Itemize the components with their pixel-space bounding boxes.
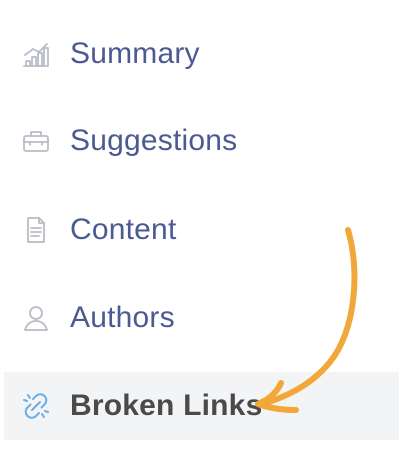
- bar-chart-icon: [18, 36, 54, 72]
- sidebar-item-content[interactable]: Content: [0, 196, 401, 264]
- toolbox-icon: [18, 123, 54, 159]
- sidebar-item-summary[interactable]: Summary: [0, 20, 401, 88]
- sidebar-item-authors[interactable]: Authors: [0, 284, 401, 352]
- sidebar-item-label: Suggestions: [70, 124, 238, 157]
- sidebar-item-label: Authors: [70, 301, 175, 334]
- sidebar-item-suggestions[interactable]: Suggestions: [0, 107, 401, 175]
- sidebar-menu: Summary Suggestions Content Authors Brok…: [0, 0, 401, 464]
- sidebar-item-label: Broken Links: [70, 389, 263, 422]
- document-icon: [18, 212, 54, 248]
- user-icon: [18, 300, 54, 336]
- broken-link-icon: [18, 388, 54, 424]
- sidebar-item-broken-links[interactable]: Broken Links: [4, 372, 399, 440]
- sidebar-item-label: Summary: [70, 37, 200, 70]
- sidebar-item-label: Content: [70, 213, 177, 246]
